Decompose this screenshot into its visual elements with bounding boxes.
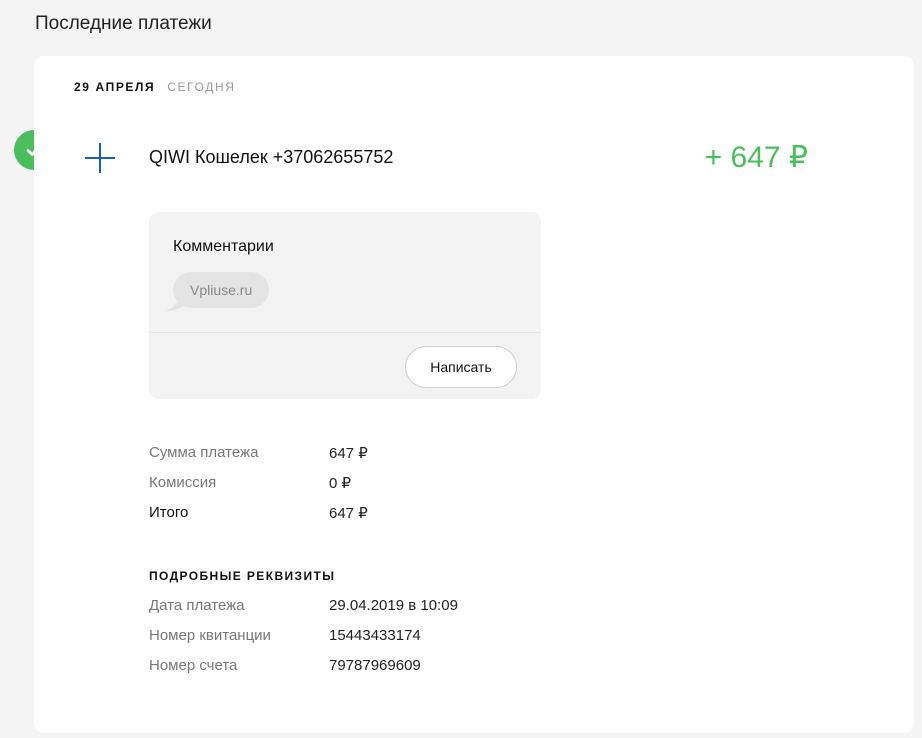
comments-title: Комментарии [173,238,274,255]
summary-label: Итого [149,504,189,521]
comments-panel: Комментарии Vpliuse.ru Написать [149,212,541,399]
comments-footer: Написать [149,332,541,399]
summary-row: Комиссия 0 ₽ [149,474,351,492]
details-value: 15443433174 [329,627,421,644]
summary-value: 0 ₽ [329,475,352,492]
payment-card[interactable]: 29 АПРЕЛЯ СЕГОДНЯ QIWI Кошелек +370626557… [34,56,914,733]
details-label: Номер счета [149,657,238,674]
summary-row-total: Итого 647 ₽ [149,504,368,522]
details-row: Номер квитанции 15443433174 [149,627,421,644]
summary-value: 647 ₽ [329,445,368,462]
summary-label: Сумма платежа [149,444,259,461]
summary-value: 647 ₽ [329,505,368,522]
summary-label: Комиссия [149,474,217,491]
payment-amount: + 647 ₽ [704,141,808,174]
payment-date: 29 АПРЕЛЯ [74,80,156,94]
details-value: 29.04.2019 в 10:09 [329,597,458,614]
details-value: 79787969609 [329,657,421,674]
details-row: Номер счета 79787969609 [149,657,421,674]
date-header: 29 АПРЕЛЯ СЕГОДНЯ [74,80,236,94]
summary-row: Сумма платежа 647 ₽ [149,444,368,462]
plus-icon [85,143,115,173]
details-label: Номер квитанции [149,627,271,644]
payment-date-relative: СЕГОДНЯ [167,80,236,94]
write-comment-button[interactable]: Написать [405,346,517,388]
details-row: Дата платежа 29.04.2019 в 10:09 [149,597,458,614]
details-title: ПОДРОБНЫЕ РЕКВИЗИТЫ [149,569,336,583]
comment-bubble: Vpliuse.ru [173,272,270,308]
payment-recipient: QIWI Кошелек +37062655752 [149,147,394,167]
details-label: Дата платежа [149,597,245,614]
page-title: Последние платежи [35,13,212,34]
